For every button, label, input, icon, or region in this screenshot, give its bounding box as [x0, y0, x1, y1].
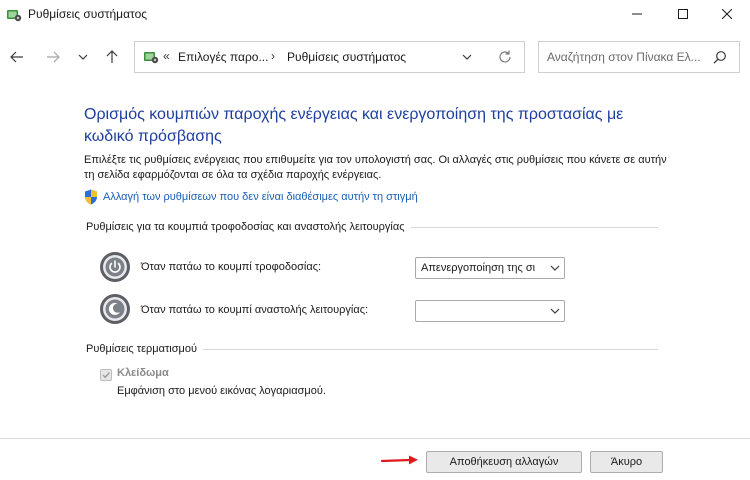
power-button-icon: [100, 252, 130, 282]
breadcrumb-separator[interactable]: ›: [271, 49, 275, 63]
section-heading-power-buttons: Ρυθμίσεις για τα κουμπιά τροφοδοσίας και…: [86, 221, 411, 233]
lock-checkbox[interactable]: [100, 369, 112, 381]
control-panel-icon: [7, 10, 22, 22]
chevron-down-icon: [550, 308, 560, 314]
title-bar: Ρυθμίσεις συστήματος: [0, 0, 750, 30]
address-bar[interactable]: « Επιλογές παρο... › Ρυθμίσεις συστήματο…: [134, 41, 525, 73]
close-icon: [722, 9, 732, 19]
sleep-button-action-label: Όταν πατάω το κουμπί αναστολής λειτουργί…: [141, 304, 369, 316]
power-button-action-select[interactable]: Απενεργοποίηση της σι: [415, 257, 565, 279]
address-overflow-chevron[interactable]: «: [163, 49, 170, 63]
power-button-action-value: Απενεργοποίηση της σι: [421, 262, 536, 274]
forward-button[interactable]: [42, 46, 64, 68]
page-description: Επιλέξτε τις ρυθμίσεις ενέργειας που επι…: [84, 154, 667, 181]
chevron-down-icon[interactable]: [460, 50, 474, 64]
lock-checkbox-description: Εμφάνιση στο μενού εικόνας λογαριασμού.: [117, 385, 326, 397]
maximize-icon: [678, 9, 688, 19]
chevron-down-icon: [550, 265, 560, 271]
search-box[interactable]: Αναζήτηση στον Πίνακα Ελ...: [538, 41, 740, 73]
back-button[interactable]: [6, 46, 28, 68]
up-button[interactable]: [101, 46, 123, 68]
window-title: Ρυθμίσεις συστήματος: [28, 7, 148, 21]
minimize-button[interactable]: [614, 0, 660, 28]
page-title: Ορισμός κουμπιών παροχής ενέργειας και ε…: [84, 106, 624, 145]
breadcrumb-system-settings[interactable]: Ρυθμίσεις συστήματος: [287, 50, 406, 64]
search-icon[interactable]: [713, 50, 727, 64]
link-label[interactable]: Αλλαγή των ρυθμίσεων που δεν είναι διαθέ…: [103, 191, 418, 203]
lock-checkbox-label[interactable]: Κλείδωμα: [117, 367, 169, 379]
red-arrow-annotation-icon: [380, 455, 418, 465]
search-input[interactable]: Αναζήτηση στον Πίνακα Ελ...: [547, 50, 707, 64]
footer-divider: [0, 438, 750, 439]
recent-locations-button[interactable]: [72, 46, 94, 68]
section-heading-shutdown: Ρυθμίσεις τερματισμού: [86, 343, 203, 355]
checkmark-icon: [102, 372, 110, 379]
sleep-button-icon: [100, 294, 130, 324]
refresh-icon[interactable]: [497, 49, 513, 65]
chevron-down-icon: [78, 54, 88, 60]
close-button[interactable]: [704, 0, 750, 28]
uac-shield-icon: [85, 189, 97, 205]
maximize-button[interactable]: [660, 0, 706, 28]
cancel-button[interactable]: Άκυρο: [590, 451, 663, 473]
power-button-action-label: Όταν πατάω το κουμπί τροφοδοσίας:: [141, 261, 322, 273]
save-changes-button[interactable]: Αποθήκευση αλλαγών: [426, 451, 582, 473]
sleep-button-action-select[interactable]: [415, 300, 565, 322]
minimize-icon: [632, 13, 642, 15]
arrow-left-icon: [10, 51, 23, 63]
arrow-up-icon: [106, 50, 118, 63]
breadcrumb-power-options[interactable]: Επιλογές παρο...: [178, 50, 268, 64]
arrow-right-icon: [47, 51, 60, 63]
navigation-bar: « Επιλογές παρο... › Ρυθμίσεις συστήματο…: [0, 38, 750, 76]
control-panel-icon: [144, 52, 159, 64]
